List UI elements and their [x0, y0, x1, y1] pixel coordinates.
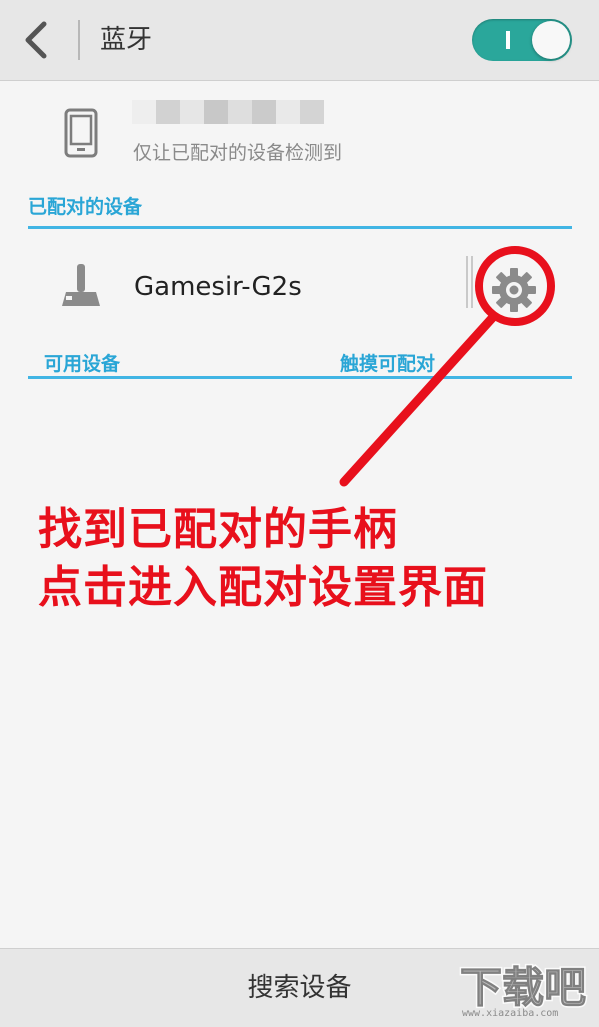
- gear-icon: [492, 268, 536, 312]
- app-header: 蓝牙: [0, 0, 599, 81]
- back-button[interactable]: [14, 18, 60, 62]
- available-devices-header: 可用设备: [44, 353, 121, 375]
- phone-icon: [64, 108, 98, 158]
- row-divider: [466, 256, 473, 308]
- paired-devices-header: 已配对的设备: [28, 196, 143, 218]
- annotation-arrow-line: [339, 311, 499, 487]
- section-divider: [28, 226, 572, 229]
- touch-to-pair-hint: 触摸可配对: [340, 353, 436, 375]
- device-name-redacted: [132, 100, 324, 124]
- paired-device-row[interactable]: Gamesir-G2s: [0, 232, 599, 340]
- annotation-text-line1: 找到已配对的手柄: [38, 504, 398, 555]
- page-title: 蓝牙: [100, 25, 153, 55]
- device-settings-button[interactable]: [486, 262, 542, 318]
- annotation-text-line2: 点击进入配对设置界面: [38, 562, 488, 613]
- bluetooth-toggle[interactable]: [472, 19, 572, 61]
- toggle-on-mark: [506, 31, 510, 49]
- watermark-url: www.xiazaiba.com: [462, 1008, 559, 1019]
- this-device-item[interactable]: 仅让已配对的设备检测到: [0, 88, 599, 188]
- svg-text:下载吧: 下载吧: [460, 963, 586, 1012]
- section-divider: [28, 376, 572, 379]
- paired-device-name: Gamesir-G2s: [134, 272, 302, 302]
- joystick-icon: [62, 264, 100, 306]
- chevron-left-icon: [25, 21, 47, 59]
- toggle-knob[interactable]: [532, 21, 570, 59]
- visibility-text: 仅让已配对的设备检测到: [133, 142, 343, 164]
- header-divider: [78, 20, 80, 60]
